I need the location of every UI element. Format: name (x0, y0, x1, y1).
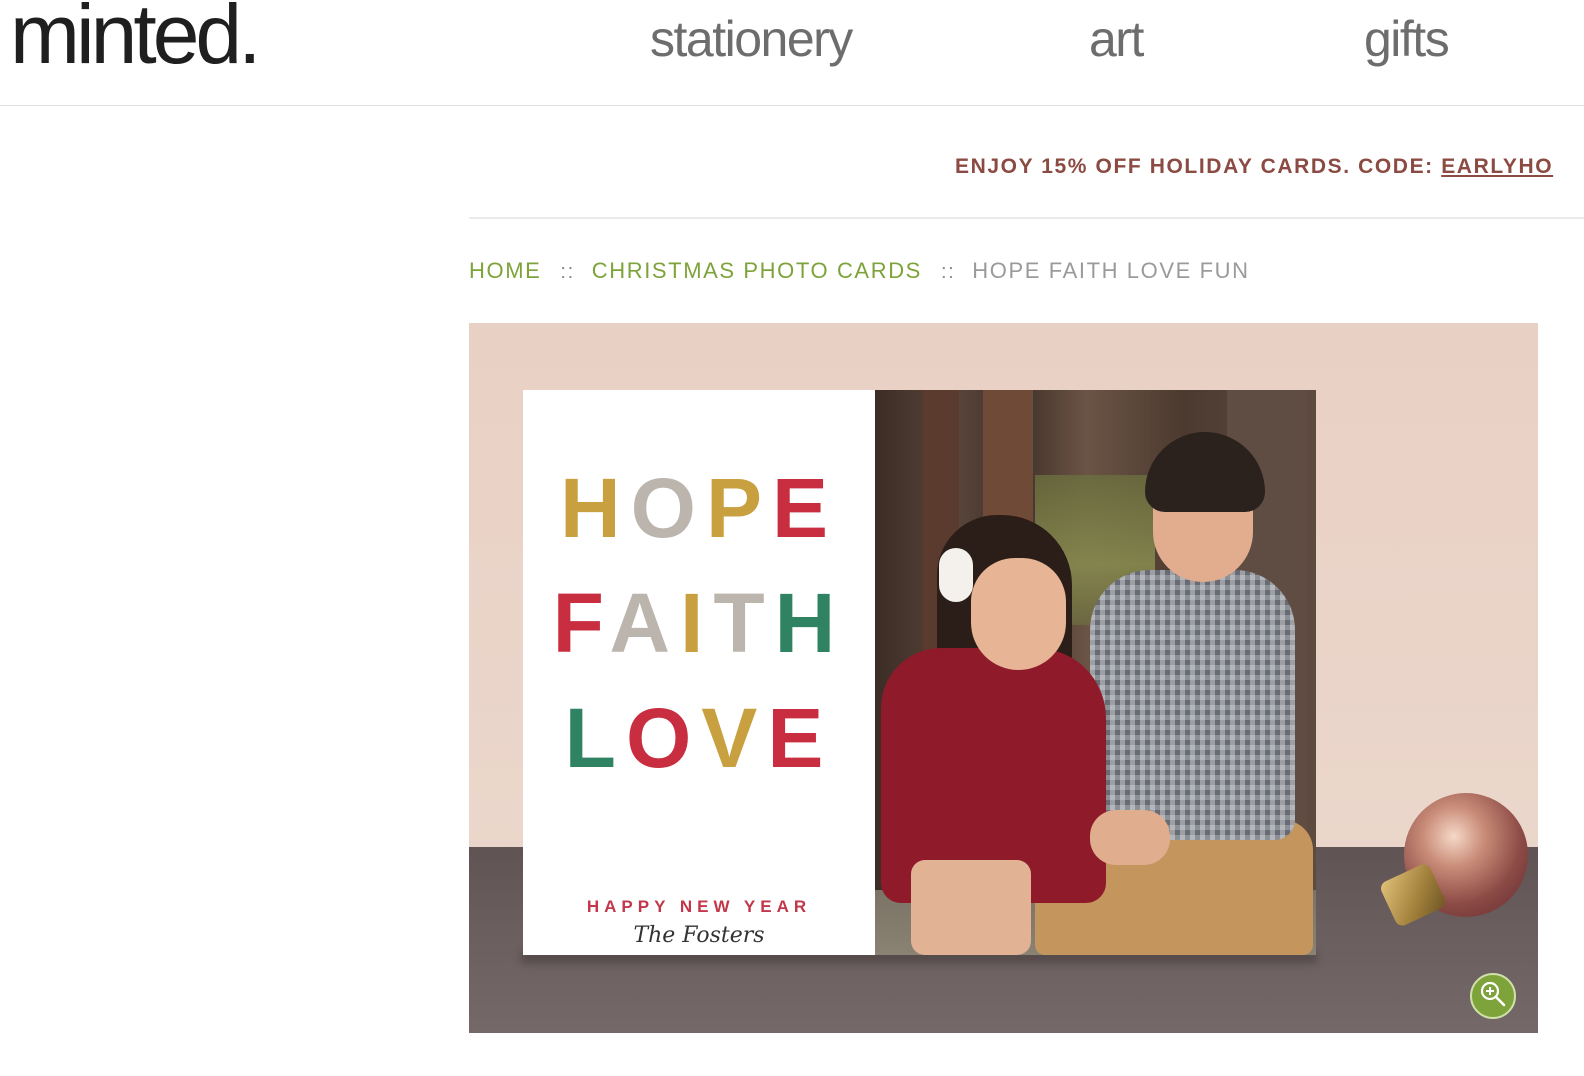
photo-girl-hair-bow (939, 548, 973, 602)
promo-banner: ENJOY 15% OFF HOLIDAY CARDS. CODE: EARLY… (955, 155, 1553, 179)
card-letter: H (774, 576, 846, 670)
breadcrumb-current: HOPE FAITH LOVE FUN (972, 258, 1250, 283)
site-header: minted. stationery art gifts (0, 0, 1584, 106)
zoom-in-icon (1479, 980, 1507, 1013)
nav-art[interactable]: art (1089, 14, 1144, 64)
card-letter: A (609, 576, 681, 670)
card-letter: O (630, 461, 706, 555)
card-letter: O (625, 691, 702, 785)
product-image[interactable]: HOPE FAITH LOVE HAPPY NEW YEAR The Foste… (469, 323, 1538, 1033)
promo-divider (469, 217, 1584, 219)
breadcrumb: HOME:: CHRISTMAS PHOTO CARDS:: HOPE FAITH … (469, 257, 1250, 286)
promo-text: ENJOY 15% OFF HOLIDAY CARDS. CODE: (955, 155, 1442, 178)
card-word-faith: FAITH (523, 581, 875, 665)
card-letter: I (680, 576, 714, 670)
photo-hands (1090, 810, 1170, 865)
card-word-hope: HOPE (523, 466, 875, 550)
photo-girl-legs (911, 860, 1031, 955)
card-letter: L (564, 691, 626, 785)
card-letter: H (559, 461, 631, 555)
card-letter: E (767, 691, 834, 785)
card-letter: V (701, 691, 768, 785)
breadcrumb-home[interactable]: HOME (469, 258, 541, 283)
photo-boy-shirt (1090, 570, 1295, 840)
photo-girl-face (971, 558, 1066, 670)
nav-gifts[interactable]: gifts (1364, 14, 1450, 64)
card-letter: T (713, 576, 775, 670)
card-letter: P (705, 461, 772, 555)
card-text-panel: HOPE FAITH LOVE HAPPY NEW YEAR The Foste… (523, 390, 875, 955)
breadcrumb-christmas-photo-cards[interactable]: CHRISTMAS PHOTO CARDS (592, 258, 922, 283)
promo-code-link[interactable]: EARLYHO (1441, 155, 1553, 178)
card-photo (875, 390, 1316, 955)
card-letter: F (552, 576, 610, 670)
breadcrumb-separator: :: (560, 261, 575, 283)
card-greeting: HAPPY NEW YEAR (586, 897, 812, 916)
zoom-button[interactable] (1470, 973, 1516, 1019)
card-letter: E (772, 461, 839, 555)
minted-logo[interactable]: minted. (10, 0, 261, 76)
nav-stationery[interactable]: stationery (650, 14, 853, 64)
card-word-love: LOVE (523, 696, 875, 780)
card-signature: The Fosters (633, 923, 765, 948)
breadcrumb-separator: :: (940, 261, 956, 283)
